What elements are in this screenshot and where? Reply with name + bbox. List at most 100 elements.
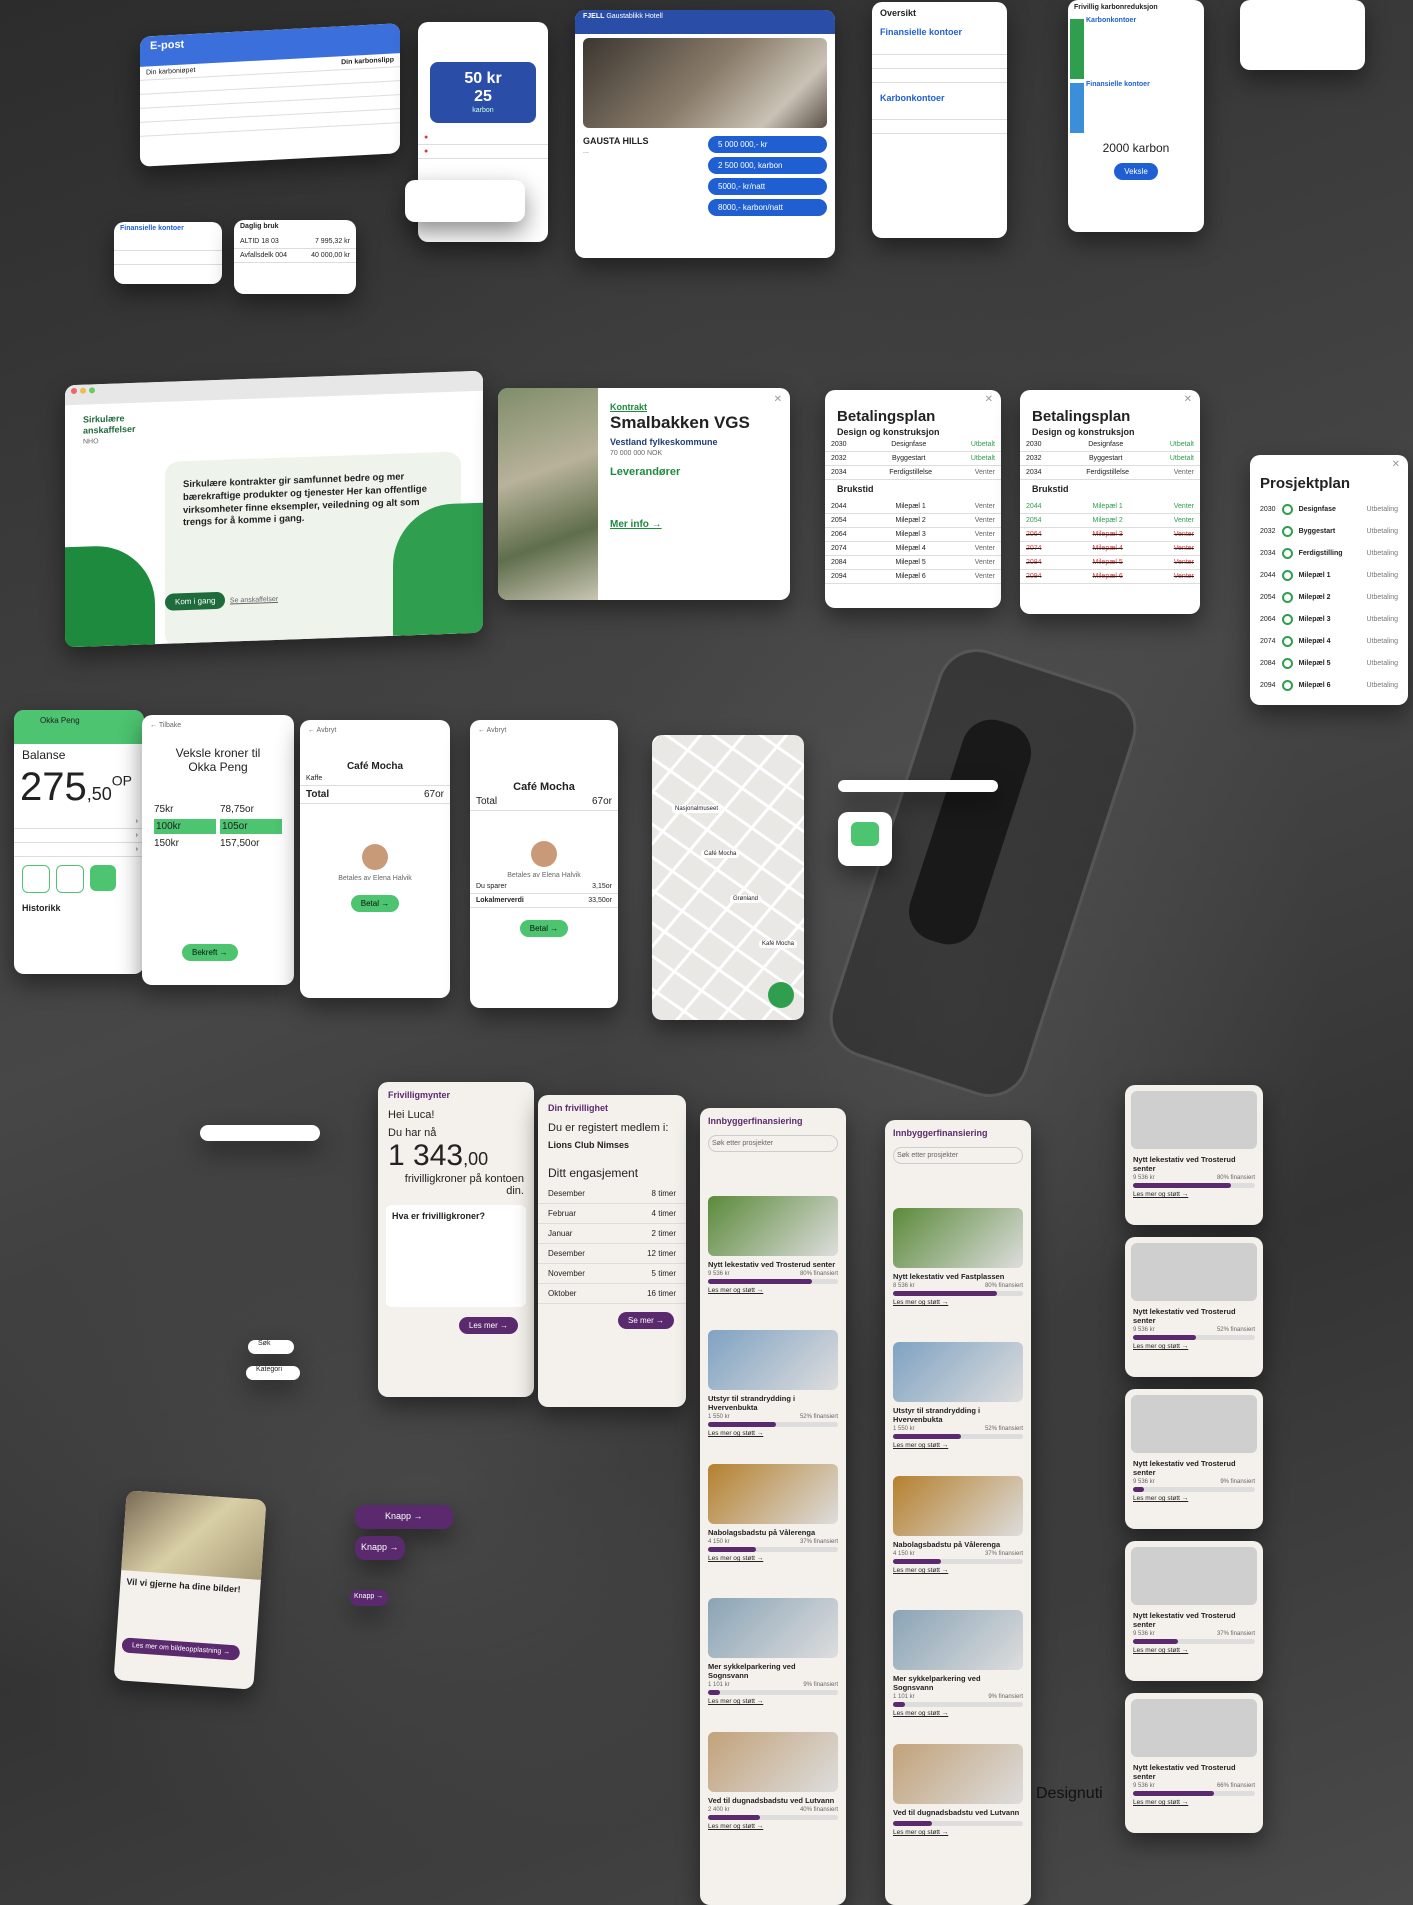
close-icon[interactable]: ✕ — [774, 394, 782, 405]
knapp-button-2[interactable]: Knapp → — [355, 1536, 405, 1560]
night-kr-button[interactable]: 5000,- kr/natt — [708, 178, 827, 195]
project-item[interactable]: Mer sykkelparkering ved Sognsvann 1 101 k… — [700, 1594, 846, 1728]
search-pill[interactable] — [200, 1125, 320, 1141]
refresh-icon[interactable] — [56, 865, 84, 893]
historikk-link[interactable]: Historikk — [14, 901, 144, 916]
close-icon[interactable]: ✕ — [1184, 394, 1192, 405]
option-100kr[interactable]: 100kr — [154, 819, 216, 835]
locate-button[interactable] — [768, 982, 794, 1008]
option-75kr[interactable]: 75kr — [154, 804, 216, 815]
project-item[interactable]: Ved til dugnadsbadstu ved Lutvann 2 400 k… — [700, 1728, 846, 1862]
friv-du: Du har nå — [388, 1127, 437, 1140]
frivillig-sub1: Karbonkontoer — [1086, 16, 1137, 24]
se-anskaffelser-link[interactable]: Se anskaffelser — [230, 596, 278, 605]
knapp-button-3[interactable]: Knapp → — [350, 1590, 388, 1606]
kontrakt-card: Kontrakt Smalbakken VGS Vestland fylkesk… — [498, 388, 790, 600]
skeleton-meta: 9 536 kr 9% finansiert — [1125, 1477, 1263, 1487]
project-link[interactable]: Les mer og støtt → — [893, 1829, 1023, 1836]
total-label: Total — [306, 789, 330, 801]
project-value: 9 536 kr — [708, 1271, 730, 1278]
price-kr-button[interactable]: 5 000 000,- kr — [708, 136, 827, 153]
funding-bar-fill — [708, 1422, 776, 1428]
avbryt-link[interactable]: ← Avbryt — [470, 720, 618, 741]
project-link[interactable]: Les mer og støtt → — [708, 1430, 838, 1437]
back-link[interactable]: ← Tilbake — [142, 715, 294, 736]
funding-bar-fill — [708, 1547, 757, 1553]
skeleton-link[interactable]: Les mer og støtt → — [1125, 1340, 1263, 1353]
kaffe-label: Kaffe — [306, 775, 323, 783]
option-78or: 78,75or — [220, 804, 254, 816]
map-label[interactable]: Grønland — [730, 895, 762, 903]
bekreft-button[interactable]: Bekreft → — [182, 944, 238, 961]
betal-button[interactable]: Betal → — [519, 920, 569, 938]
skeleton-card[interactable]: Nytt lekestativ ved Trosterud senter 9 53… — [1125, 1693, 1263, 1833]
skeleton-link[interactable]: Les mer og støtt → — [1125, 1188, 1263, 1201]
night-karbon-button[interactable]: 8000,- karbon/natt — [708, 199, 827, 216]
project-item[interactable]: Nabolagsbadstu på Vålerenga 4 150 kr 37% f… — [885, 1472, 1031, 1606]
mer-info-link[interactable]: Mer info → — [610, 519, 782, 532]
les-mer-button[interactable]: Les mer → — [458, 1317, 518, 1335]
milestone-row-cell-1: Milepæl 2 — [895, 516, 926, 524]
project-item[interactable]: Nabolagsbadstu på Vålerenga 4 150 kr 37% f… — [700, 1460, 846, 1594]
price-karbon-button[interactable]: 2 500 000, karbon — [708, 157, 827, 174]
project-link[interactable]: Les mer og støtt → — [893, 1567, 1023, 1574]
plan-row-cell-0: 2034 — [831, 469, 847, 477]
map-label[interactable]: Café Mocha — [701, 850, 740, 858]
se-mer-button[interactable]: Se mer → — [617, 1311, 674, 1329]
funding-bar — [708, 1690, 838, 1696]
chip-sok[interactable]: Søk — [248, 1340, 294, 1354]
option-150kr[interactable]: 150kr — [154, 838, 216, 849]
skeleton-card[interactable]: Nytt lekestativ ved Trosterud senter 9 53… — [1125, 1237, 1263, 1377]
project-percent: 52% finansiert — [984, 1426, 1023, 1433]
betalingsplan-card-2: ✕ Betalingsplan Design og konstruksjon 2… — [1020, 390, 1200, 614]
project-item[interactable]: Nytt lekestativ ved Fastplassen 8 536 kr 8… — [885, 1204, 1031, 1338]
skeleton-link[interactable]: Les mer og støtt → — [1125, 1796, 1263, 1809]
project-item[interactable]: Utstyr til strandrydding i Hvervenbukta 1… — [885, 1338, 1031, 1472]
project-item[interactable]: Mer sykkelparkering ved Sognsvann 1 101 k… — [885, 1606, 1031, 1740]
skeleton-card[interactable]: Nytt lekestativ ved Trosterud senter 9 53… — [1125, 1085, 1263, 1225]
map-label[interactable]: Kafé Mocha — [759, 940, 798, 948]
project-link[interactable]: Les mer og støtt → — [893, 1442, 1023, 1449]
dinf-club: Lions Club Nimses — [548, 1140, 630, 1151]
innb1-header: Innbyggerfinansiering — [708, 1116, 803, 1126]
milestone-row-cell-0: 2064 — [831, 530, 847, 538]
milestone-row-cell-2: Venter — [1173, 530, 1194, 538]
timeline-dot — [1281, 635, 1293, 647]
project-title: Ved til dugnadsbadstu ved Lutvann — [708, 1796, 835, 1806]
skeleton-link[interactable]: Les mer og støtt → — [1125, 1492, 1263, 1505]
project-item[interactable]: Ved til dugnadsbadstu ved Lutvann Les mer… — [885, 1740, 1031, 1874]
status: Utbetaling — [1366, 593, 1398, 601]
search-input[interactable]: Søk etter prosjekter — [893, 1147, 1023, 1165]
project-item[interactable]: Nytt lekestativ ved Trosterud senter 9 53… — [700, 1192, 846, 1326]
project-link[interactable]: Les mer og støtt → — [708, 1698, 838, 1705]
photo-notes — [121, 1490, 267, 1580]
project-link[interactable]: Les mer og støtt → — [893, 1299, 1023, 1306]
mail-widget[interactable] — [838, 812, 892, 866]
project-link[interactable]: Les mer og støtt → — [708, 1287, 838, 1294]
email-line1-left: Din karboniøpet — [146, 66, 196, 77]
project-link[interactable]: Les mer og støtt → — [893, 1710, 1023, 1717]
skeleton-card[interactable]: Nytt lekestativ ved Trosterud senter 9 53… — [1125, 1541, 1263, 1681]
project-link[interactable]: Les mer og støtt → — [708, 1823, 838, 1830]
milestone-row: 2074 Milepæl 4 Venter — [825, 542, 1001, 556]
skeleton-link[interactable]: Les mer og støtt → — [1125, 1644, 1263, 1657]
betal-button[interactable]: Betal → — [350, 895, 400, 913]
okka-card: Okka Peng Balanse 275,50OP › › › Histori… — [14, 710, 144, 974]
skeleton-card[interactable]: Nytt lekestativ ved Trosterud senter 9 53… — [1125, 1389, 1263, 1529]
project-link[interactable]: Les mer og støtt → — [708, 1555, 838, 1562]
skeleton-percent: 9% finansiert — [1220, 1479, 1255, 1485]
map-label[interactable]: Nasjonalmuseet — [672, 805, 722, 813]
search-input[interactable]: Søk etter prosjekter — [708, 1135, 838, 1153]
knapp-button-1[interactable]: Knapp → — [355, 1505, 453, 1529]
veksle-button[interactable]: Veksle — [1114, 162, 1158, 180]
close-icon[interactable]: ✕ — [1392, 459, 1400, 470]
status: Utbetaling — [1366, 637, 1398, 645]
close-icon[interactable]: ✕ — [985, 394, 993, 405]
send-icon[interactable] — [90, 865, 116, 891]
project-item[interactable]: Utstyr til strandrydding i Hvervenbukta 1… — [700, 1326, 846, 1460]
bilde-button[interactable]: Les mer om bildeopplastning → — [121, 1637, 241, 1661]
exchange-icon[interactable] — [22, 865, 50, 893]
chip-kategori[interactable]: Kategori — [246, 1366, 300, 1380]
kom-i-gang-button[interactable]: Kom i gang — [165, 591, 226, 611]
avbryt-link[interactable]: ← Avbryt — [300, 720, 450, 741]
